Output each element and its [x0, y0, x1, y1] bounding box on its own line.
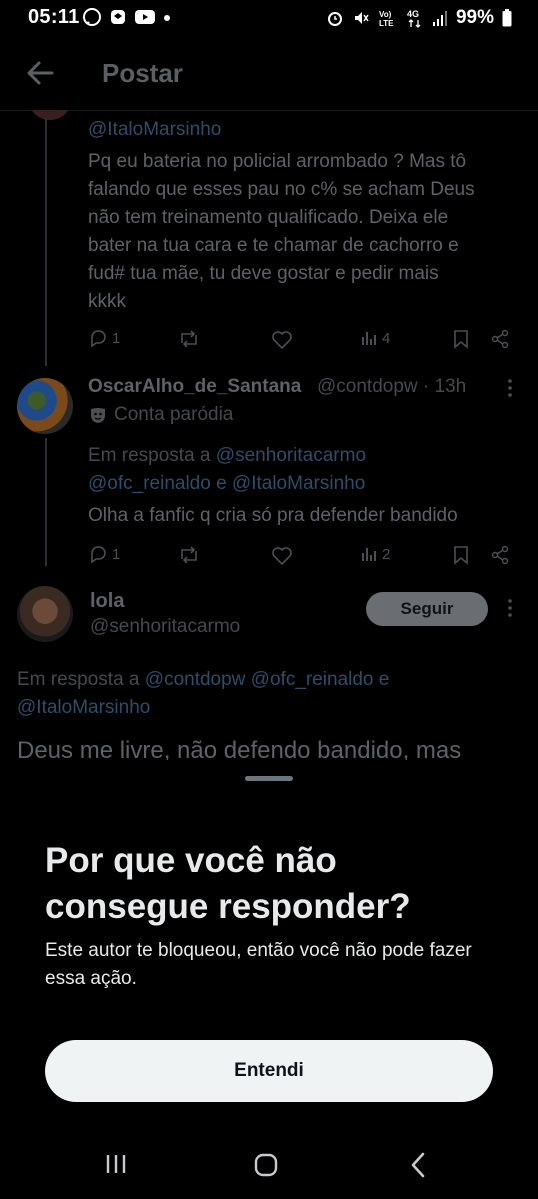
author-handle-time: @contdopw · 13h [317, 376, 467, 397]
like-icon[interactable] [271, 330, 293, 350]
network-4g-icon: 4G [407, 9, 421, 28]
tweet-2[interactable]: OscarAlho_de_Santana @contdopw · 13h Con… [0, 366, 538, 566]
views-button[interactable]: 4 [360, 329, 390, 347]
thread-line [45, 438, 47, 566]
sheet-body: Este autor te bloqueou, então você não p… [45, 940, 472, 989]
bookmark-icon[interactable] [452, 329, 470, 349]
top-header: Postar [0, 38, 538, 110]
notification-icons [82, 7, 172, 27]
like-icon[interactable] [271, 546, 293, 566]
volte-icon: Vo)LTE [379, 10, 394, 28]
sheet-drag-handle[interactable] [245, 776, 293, 781]
reply-prefix: Em resposta a [88, 445, 211, 466]
bookmark-icon[interactable] [452, 545, 470, 565]
back-arrow-icon[interactable] [26, 60, 54, 86]
mention-link[interactable]: @ofc_reinaldo e @ItaloMarsinho [88, 470, 528, 498]
views-count: 4 [382, 329, 391, 347]
tweet-3[interactable]: lola @senhoritacarmo Seguir Em resposta … [0, 576, 538, 790]
conversation-feed: @ItaloMarsinho Pq eu bateria no policial… [0, 110, 538, 790]
system-icons: Vo) LTE 4G 99% [326, 7, 512, 29]
alarm-icon [327, 12, 342, 26]
retweet-icon[interactable] [178, 329, 200, 349]
stack-app-icon [111, 10, 125, 24]
views-count: 2 [382, 545, 391, 563]
reply-context: Em resposta a @contdopw @ofc_reinaldo e … [17, 666, 517, 722]
status-bar: 05:11 Vo) LTE 4G 99% [0, 0, 538, 38]
tweet-text-line: kkkk [88, 291, 126, 312]
reply-context: Em resposta a @senhoritacarmo @ofc_reina… [88, 442, 528, 498]
views-icon [362, 548, 376, 561]
battery-percent: 99% [455, 7, 494, 28]
home-icon[interactable] [253, 1152, 279, 1178]
author-name[interactable]: lola [90, 590, 124, 613]
reply-count: 1 [112, 545, 121, 563]
avatar[interactable] [17, 586, 73, 642]
mention-link[interactable]: @ItaloMarsinho [17, 694, 517, 722]
mention-link[interactable]: @ItaloMarsinho [88, 116, 221, 144]
reply-icon [91, 546, 106, 564]
views-button[interactable]: 2 [360, 545, 390, 563]
dot-icon [164, 15, 170, 21]
svg-text:Vo): Vo) [379, 10, 392, 19]
tweet-text-line: não tem treinamento qualificado. Deixa e… [88, 207, 449, 228]
status-time: 05:11 [28, 6, 80, 28]
theater-mask-icon [91, 408, 105, 423]
back-nav-icon[interactable] [408, 1152, 428, 1178]
signal-icon [432, 11, 447, 26]
system-nav-bar [0, 1130, 538, 1199]
mute-icon [354, 12, 369, 24]
page-title: Postar [102, 58, 183, 88]
mention-link[interactable]: @contdopw @ofc_reinaldo e [145, 669, 390, 690]
svg-text:4G: 4G [407, 9, 419, 19]
battery-icon [502, 9, 512, 27]
whatsapp-icon [83, 8, 101, 26]
recent-apps-icon[interactable] [104, 1152, 128, 1176]
tweet-text: Pq eu bateria no policial arrombado ? Ma… [88, 148, 528, 316]
author-name[interactable]: OscarAlho_de_Santana [88, 376, 301, 398]
more-options-icon[interactable] [506, 378, 514, 398]
reply-prefix: Em resposta a [17, 669, 140, 690]
reply-count: 1 [112, 329, 121, 347]
sheet-title: Por que você não consegue responder? [45, 841, 411, 926]
reply-icon [91, 330, 106, 348]
views-icon [362, 332, 376, 345]
understood-button[interactable]: Entendi [45, 1040, 493, 1102]
parody-label: Conta paródia [88, 404, 233, 426]
tweet-text-line: fud# tua mãe, tu deve gostar e pedir mai… [88, 263, 439, 284]
reply-button[interactable]: 1 [88, 328, 120, 348]
author-handle: @senhoritacarmo [90, 616, 241, 637]
avatar[interactable] [17, 378, 73, 434]
tweet-text: Olha a fanfic q cria só pra defender ban… [88, 505, 458, 526]
tweet-text-line: falando que esses pau no c% se acham Deu… [88, 179, 475, 200]
tweet-1[interactable]: @ItaloMarsinho Pq eu bateria no policial… [0, 110, 538, 360]
share-icon[interactable] [490, 545, 510, 565]
reply-button[interactable]: 1 [88, 544, 120, 564]
more-options-icon[interactable] [506, 598, 514, 618]
share-icon[interactable] [490, 329, 510, 349]
youtube-icon [135, 10, 155, 24]
mention-link[interactable]: @senhoritacarmo [216, 445, 366, 466]
retweet-icon[interactable] [178, 545, 200, 565]
parody-label-text: Conta paródia [114, 404, 234, 425]
tweet-text-line: Pq eu bateria no policial arrombado ? Ma… [88, 151, 467, 172]
follow-button[interactable]: Seguir [366, 592, 488, 626]
tweet-text-line: bater na tua cara e te chamar de cachorr… [88, 235, 459, 256]
svg-text:LTE: LTE [379, 19, 394, 28]
